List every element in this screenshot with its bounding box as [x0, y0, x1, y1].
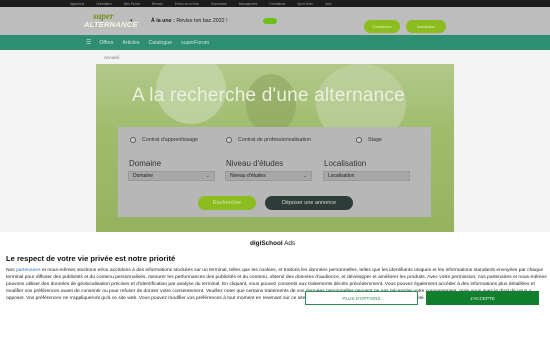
brand-name-bold: digiSchool	[250, 240, 283, 247]
search-button[interactable]: Rechercher	[198, 196, 256, 210]
chevron-down-icon: ⌄	[302, 173, 307, 179]
top-link[interactable]: Erreur de la Vida	[175, 2, 199, 6]
headline-text: Révise ton bac 2022 !	[176, 18, 228, 24]
nav-item-catalogue[interactable]: Catalogue	[148, 40, 172, 46]
contract-option-professionnalisation[interactable]: Contrat de professionnalisation	[226, 137, 311, 143]
post-ad-button[interactable]: Déposer une annonce	[265, 196, 353, 210]
partners-link[interactable]: partenaires	[16, 268, 40, 273]
chevron-down-icon[interactable]: ▾	[130, 18, 133, 24]
top-link[interactable]: Orientation	[96, 2, 112, 6]
domain-select[interactable]: Domaine ⌄	[128, 171, 215, 181]
radio-label: Stage	[368, 137, 382, 143]
radio-button[interactable]	[226, 137, 232, 143]
top-link[interactable]: Formations	[269, 2, 285, 6]
top-link[interactable]: Mes Fiches	[124, 2, 140, 6]
consent-text-prefix: Nos	[6, 268, 17, 273]
level-select[interactable]: Niveau d'études ⌄	[225, 171, 312, 181]
headline-banner[interactable]: À la une : Révise ton bac 2022 !	[151, 18, 228, 24]
more-options-button[interactable]: PLUS D'OPTIONS	[305, 291, 418, 305]
top-link[interactable]: Brevets	[152, 2, 163, 6]
top-link[interactable]: Sport Wow	[297, 2, 313, 6]
site-logo[interactable]: super ALTERNANCE	[84, 11, 138, 31]
theme-toggle[interactable]	[263, 18, 277, 24]
menu-icon[interactable]: ☰	[86, 39, 91, 46]
radio-button[interactable]	[356, 137, 362, 143]
radio-button[interactable]	[130, 137, 136, 143]
level-select-value: Niveau d'études	[230, 173, 266, 179]
consent-title: Le respect de votre vie privée est notre…	[6, 254, 176, 263]
nav-item-offres[interactable]: Offres	[99, 40, 113, 46]
brand-name-rest: Ads	[282, 240, 296, 247]
location-input-value: Localisation	[328, 173, 355, 179]
login-button[interactable]: Connexion	[364, 20, 400, 33]
chevron-down-icon: ⌄	[205, 173, 210, 179]
location-label: Localisation	[324, 159, 367, 168]
top-link[interactable]: Jobs	[325, 2, 332, 6]
contract-option-stage[interactable]: Stage	[356, 137, 382, 143]
radio-label: Contrat de professionnalisation	[238, 137, 312, 143]
signup-button[interactable]: Inscription	[406, 20, 446, 33]
top-link[interactable]: Management	[239, 2, 258, 6]
hero-title: A la recherche d'une alternance	[132, 85, 405, 106]
radio-label: Contrat d'apprentissage	[142, 137, 199, 143]
headline-label: À la une :	[151, 18, 175, 24]
consent-brand-logo: digiSchool Ads	[250, 240, 295, 247]
domain-label: Domaine	[129, 159, 162, 168]
breadcrumb[interactable]: Accueil	[104, 55, 119, 60]
top-links-bar: digischool Orientation Mes Fiches Brevet…	[0, 0, 550, 7]
level-label: Niveau d'études	[226, 159, 284, 168]
top-link[interactable]: Grammaire	[211, 2, 227, 6]
site-header: super ALTERNANCE ▾ À la une : Révise ton…	[0, 7, 550, 35]
top-link[interactable]: digischool	[70, 2, 84, 6]
nav-item-superforum[interactable]: superForum	[181, 40, 209, 46]
location-input[interactable]: Localisation	[323, 171, 410, 181]
accept-button[interactable]: J'ACCEPTE	[426, 291, 539, 305]
main-nav: ☰ Offres Articles Catalogue superForum	[0, 35, 550, 50]
contract-option-apprentissage[interactable]: Contrat d'apprentissage	[130, 137, 198, 143]
domain-select-value: Domaine	[133, 173, 154, 179]
nav-item-articles[interactable]: Articles	[122, 40, 139, 46]
cookie-consent-dialog: digiSchool Ads Le respect de votre vie p…	[0, 232, 550, 344]
